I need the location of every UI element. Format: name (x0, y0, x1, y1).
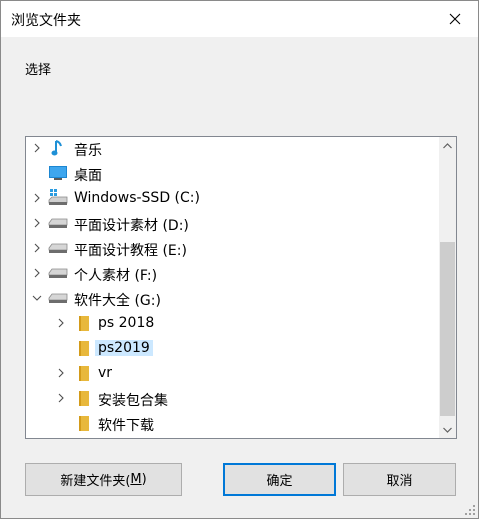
folder-icon (74, 314, 94, 332)
tree-item-label: 平面设计教程 (E:) (74, 243, 187, 259)
tree-item[interactable]: 安装包合集 (26, 386, 436, 411)
dialog-prompt: 选择 (25, 63, 52, 78)
chevron-right-icon[interactable] (30, 141, 44, 155)
chevron-right-icon[interactable] (54, 391, 68, 405)
drive-icon (48, 239, 68, 257)
cancel-label: 取消 (386, 474, 413, 489)
scroll-down-button[interactable] (439, 421, 456, 438)
chevron-right-icon[interactable] (54, 366, 68, 380)
tree-item-label: 平面设计素材 (D:) (74, 218, 189, 234)
chevron-down-icon (443, 427, 452, 433)
tree-item[interactable]: 音乐 (26, 137, 436, 161)
folder-tree[interactable]: 音乐桌面 Windows-SSD (C:) 平面设计素材 (D:) 平面设计教程 (E… (25, 136, 457, 439)
close-icon (449, 13, 461, 25)
chevron-right-icon[interactable] (30, 241, 44, 255)
tree-item-label: 安装包合集 (98, 393, 168, 409)
chevron-down-icon[interactable] (30, 291, 44, 305)
vertical-scrollbar[interactable] (439, 137, 456, 438)
tree-item-label: 软件大全 (G:) (74, 293, 161, 309)
chevron-right-icon[interactable] (30, 266, 44, 280)
scrollbar-thumb[interactable] (440, 242, 455, 416)
drive-icon (48, 289, 68, 307)
resize-grip-icon[interactable] (464, 504, 476, 516)
chevron-right-icon[interactable] (30, 191, 44, 205)
tree-item[interactable]: 桌面 (26, 161, 436, 186)
tree-item[interactable]: Windows-SSD (C:) (26, 186, 436, 211)
drive-icon (48, 264, 68, 282)
tree-item[interactable]: 个人素材 (F:) (26, 261, 436, 286)
scroll-up-button[interactable] (439, 137, 456, 154)
folder-icon (74, 414, 94, 432)
tree-item[interactable]: 平面设计素材 (D:) (26, 211, 436, 236)
chevron-right-icon[interactable] (54, 316, 68, 330)
tree-item-label: 软件下载 (98, 418, 154, 434)
tree-item-label: 个人素材 (F:) (74, 268, 158, 284)
tree-item-label: ps2019 (95, 340, 153, 356)
folder-icon (74, 339, 94, 357)
new-folder-button[interactable]: 新建文件夹(M) (25, 463, 182, 496)
tree-item[interactable]: ps2019 (26, 336, 436, 361)
folder-icon (74, 364, 94, 382)
chevron-up-icon (443, 142, 452, 148)
title-bar: 浏览文件夹 (1, 1, 478, 37)
music-note-icon (48, 139, 68, 157)
window-title: 浏览文件夹 (11, 13, 81, 29)
ok-button[interactable]: 确定 (223, 463, 336, 496)
drive-icon (48, 214, 68, 232)
tree-item[interactable]: ps 2018 (26, 311, 436, 336)
tree-item-label: 桌面 (74, 168, 102, 184)
new-folder-label-end: ) (141, 472, 147, 487)
tree-item[interactable]: 平面设计教程 (E:) (26, 236, 436, 261)
close-button[interactable] (432, 1, 478, 37)
chevron-right-icon[interactable] (30, 216, 44, 230)
tree-item-label: ps 2018 (98, 315, 155, 331)
ok-label: 确定 (266, 474, 293, 489)
tree-item-label: 音乐 (74, 143, 102, 159)
desktop-icon (48, 164, 68, 182)
tree-item[interactable]: vr (26, 361, 436, 386)
browse-folder-dialog: 浏览文件夹 选择 音乐桌面 Windows-SSD (C:) 平面设计素材 (D:)… (0, 0, 479, 519)
folder-icon (74, 389, 94, 407)
cancel-button[interactable]: 取消 (343, 463, 456, 496)
windows-drive-icon (48, 189, 68, 207)
tree-item-label: vr (98, 365, 113, 381)
new-folder-accesskey: M (130, 472, 142, 487)
tree-item[interactable]: 软件大全 (G:) (26, 286, 436, 311)
tree-item[interactable]: 软件下载 (26, 411, 436, 436)
tree-item-label: Windows-SSD (C:) (74, 190, 200, 206)
new-folder-label: 新建文件夹( (60, 474, 131, 489)
